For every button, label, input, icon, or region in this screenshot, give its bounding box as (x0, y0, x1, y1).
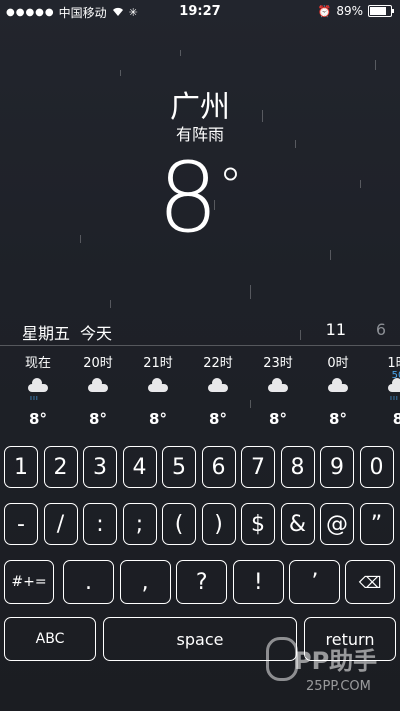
today-label: 今天 (80, 324, 113, 343)
hour-temperature: 8° (89, 410, 107, 428)
cloud-icon (318, 370, 358, 410)
rain-streak (120, 70, 121, 76)
hourly-item: 1时50ııı8 (378, 352, 400, 428)
city-name: 广州 (170, 90, 230, 125)
divider (0, 345, 400, 346)
cloud-shape (268, 378, 288, 392)
key-2[interactable]: 2 (43, 446, 78, 488)
hour-temperature: 8° (149, 410, 167, 428)
key-period[interactable]: . (63, 560, 114, 604)
battery-percent: 89% (336, 4, 363, 18)
hour-label: 0时 (327, 356, 349, 371)
hour-temperature: 8° (209, 410, 227, 428)
rain-streak (330, 250, 331, 260)
status-bar: ●●●●● 中国移动 ✳ 19:27 ⏰ 89% (0, 0, 400, 22)
hour-label: 23时 (263, 356, 293, 371)
battery-icon (368, 5, 394, 17)
cloud-icon (198, 370, 238, 410)
rain-streak (110, 300, 111, 308)
high-temperature: 11 (325, 320, 346, 339)
key-9[interactable]: 9 (320, 446, 354, 488)
alarm-icon: ⏰ (317, 4, 332, 18)
rain-drops-shape: ııı (390, 394, 399, 402)
hour-temperature: 8° (329, 410, 347, 428)
key-dollar[interactable]: $ (241, 503, 275, 545)
hour-label: 20时 (83, 356, 113, 371)
watermark-url: 25PP.COM (306, 679, 371, 694)
cloud-shape (28, 378, 48, 392)
hourly-item: 现在 ııı 8° (18, 352, 58, 428)
pp-assistant-watermark: PP助手 25PP.COM (266, 637, 392, 701)
hour-label: 现在 (24, 356, 51, 371)
key-1[interactable]: 1 (4, 446, 38, 488)
temperature-value: 8 (157, 142, 219, 254)
delete-key[interactable]: ⌫ (345, 560, 395, 604)
current-temperature: 8° (0, 148, 400, 248)
hourly-forecast[interactable]: 现在 ııı 8° 20时 8° 21时 8° 22时 8° 23时 8° 0时 8° 1时50ııı8 (0, 352, 400, 442)
watermark-brand: PP助手 (294, 647, 378, 675)
cloud-icon (258, 370, 298, 410)
key-more-symbols[interactable]: #+= (4, 560, 54, 604)
key-close-paren[interactable]: ) (201, 503, 236, 545)
hour-temperature: 8 (392, 410, 400, 428)
key-7[interactable]: 7 (241, 446, 275, 488)
hourly-item: 20时 8° (78, 352, 118, 428)
cloud-shape (148, 378, 168, 392)
rain-streak (375, 60, 376, 70)
rain-streak (250, 285, 251, 299)
cloud-shape (328, 378, 348, 392)
key-0[interactable]: 0 (359, 446, 394, 488)
key-colon[interactable]: : (83, 503, 117, 545)
key-4[interactable]: 4 (122, 446, 157, 488)
key-5[interactable]: 5 (162, 446, 196, 488)
hour-label: 21时 (143, 356, 173, 371)
cloud-shape (388, 378, 400, 392)
key-at[interactable]: @ (320, 503, 354, 545)
key-6[interactable]: 6 (201, 446, 236, 488)
low-temperature: 6 (375, 320, 386, 339)
cloud-shape (208, 378, 228, 392)
hour-temperature: 8° (29, 410, 47, 428)
weekday-label: 星期五 (22, 324, 71, 343)
hour-label: 1时 (387, 356, 400, 371)
key-semicolon[interactable]: ; (122, 503, 157, 545)
hourly-item: 23时 8° (258, 352, 298, 428)
key-quote[interactable]: ” (359, 503, 394, 545)
cloud-icon (138, 370, 178, 410)
key-slash[interactable]: / (43, 503, 78, 545)
hour-label: 22时 (203, 356, 233, 371)
key-comma[interactable]: , (119, 560, 171, 604)
rain-streak (180, 50, 181, 56)
key-ampersand[interactable]: & (280, 503, 315, 545)
key-hyphen[interactable]: - (4, 503, 38, 545)
key-3[interactable]: 3 (83, 446, 117, 488)
key-question[interactable]: ? (176, 560, 228, 604)
hourly-item: 22时 8° (198, 352, 238, 428)
abc-key[interactable]: ABC (4, 617, 96, 661)
cloud-rain-icon: ııı (18, 370, 58, 410)
hour-temperature: 8° (269, 410, 287, 428)
degree-symbol: ° (218, 158, 243, 214)
cloud-rain-icon: 50ııı (378, 370, 400, 410)
rain-drops-shape: ııı (30, 394, 39, 402)
hourly-item: 21时 8° (138, 352, 178, 428)
key-8[interactable]: 8 (280, 446, 315, 488)
key-open-paren[interactable]: ( (162, 503, 196, 545)
cloud-icon (78, 370, 118, 410)
key-apostrophe[interactable]: ’ (289, 560, 341, 604)
hourly-item: 0时 8° (318, 352, 358, 428)
today-summary-row: 星期五 今天 11 6 (22, 320, 386, 343)
cloud-shape (88, 378, 108, 392)
key-exclamation[interactable]: ! (232, 560, 284, 604)
